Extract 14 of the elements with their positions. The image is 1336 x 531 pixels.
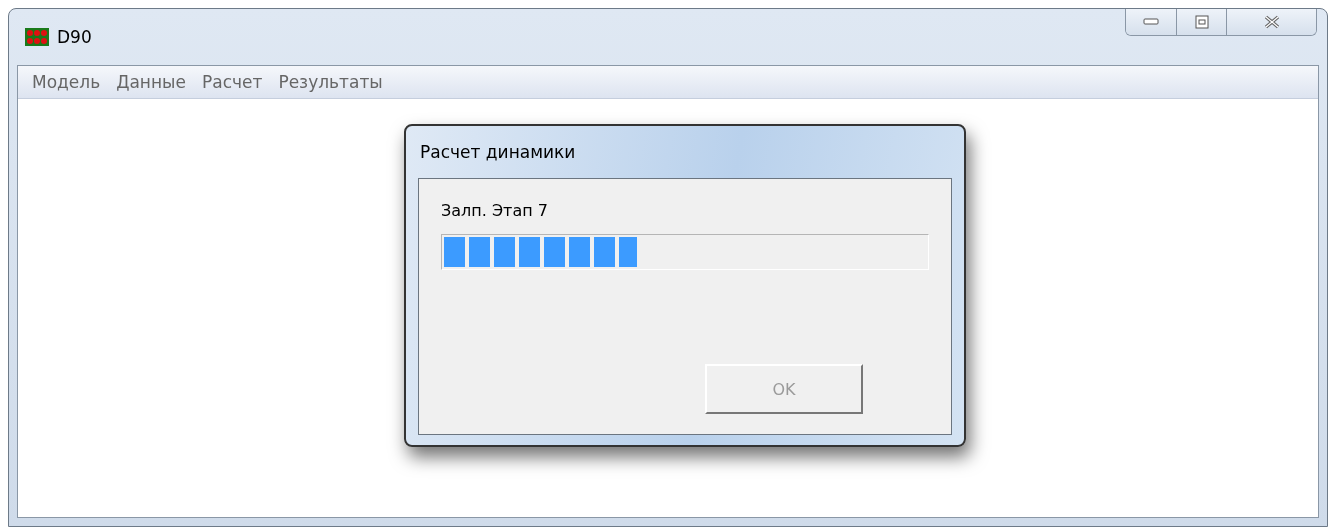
menu-item[interactable]: Расчет (194, 72, 271, 92)
maximize-icon (1194, 15, 1209, 29)
app-icon (25, 28, 49, 46)
menu-item[interactable]: Результаты (270, 72, 391, 92)
window-title: D90 (57, 27, 92, 47)
minimize-button[interactable] (1126, 9, 1176, 35)
dialog-title: Расчет динамики (420, 142, 576, 162)
status-text: Залп. Этап 7 (441, 201, 548, 220)
close-button[interactable] (1226, 9, 1316, 35)
maximize-button[interactable] (1176, 9, 1226, 35)
menu-item[interactable]: Данные (108, 72, 194, 92)
minimize-icon (1143, 18, 1159, 26)
close-icon (1262, 15, 1281, 29)
menu-item[interactable]: Модель (24, 72, 109, 92)
